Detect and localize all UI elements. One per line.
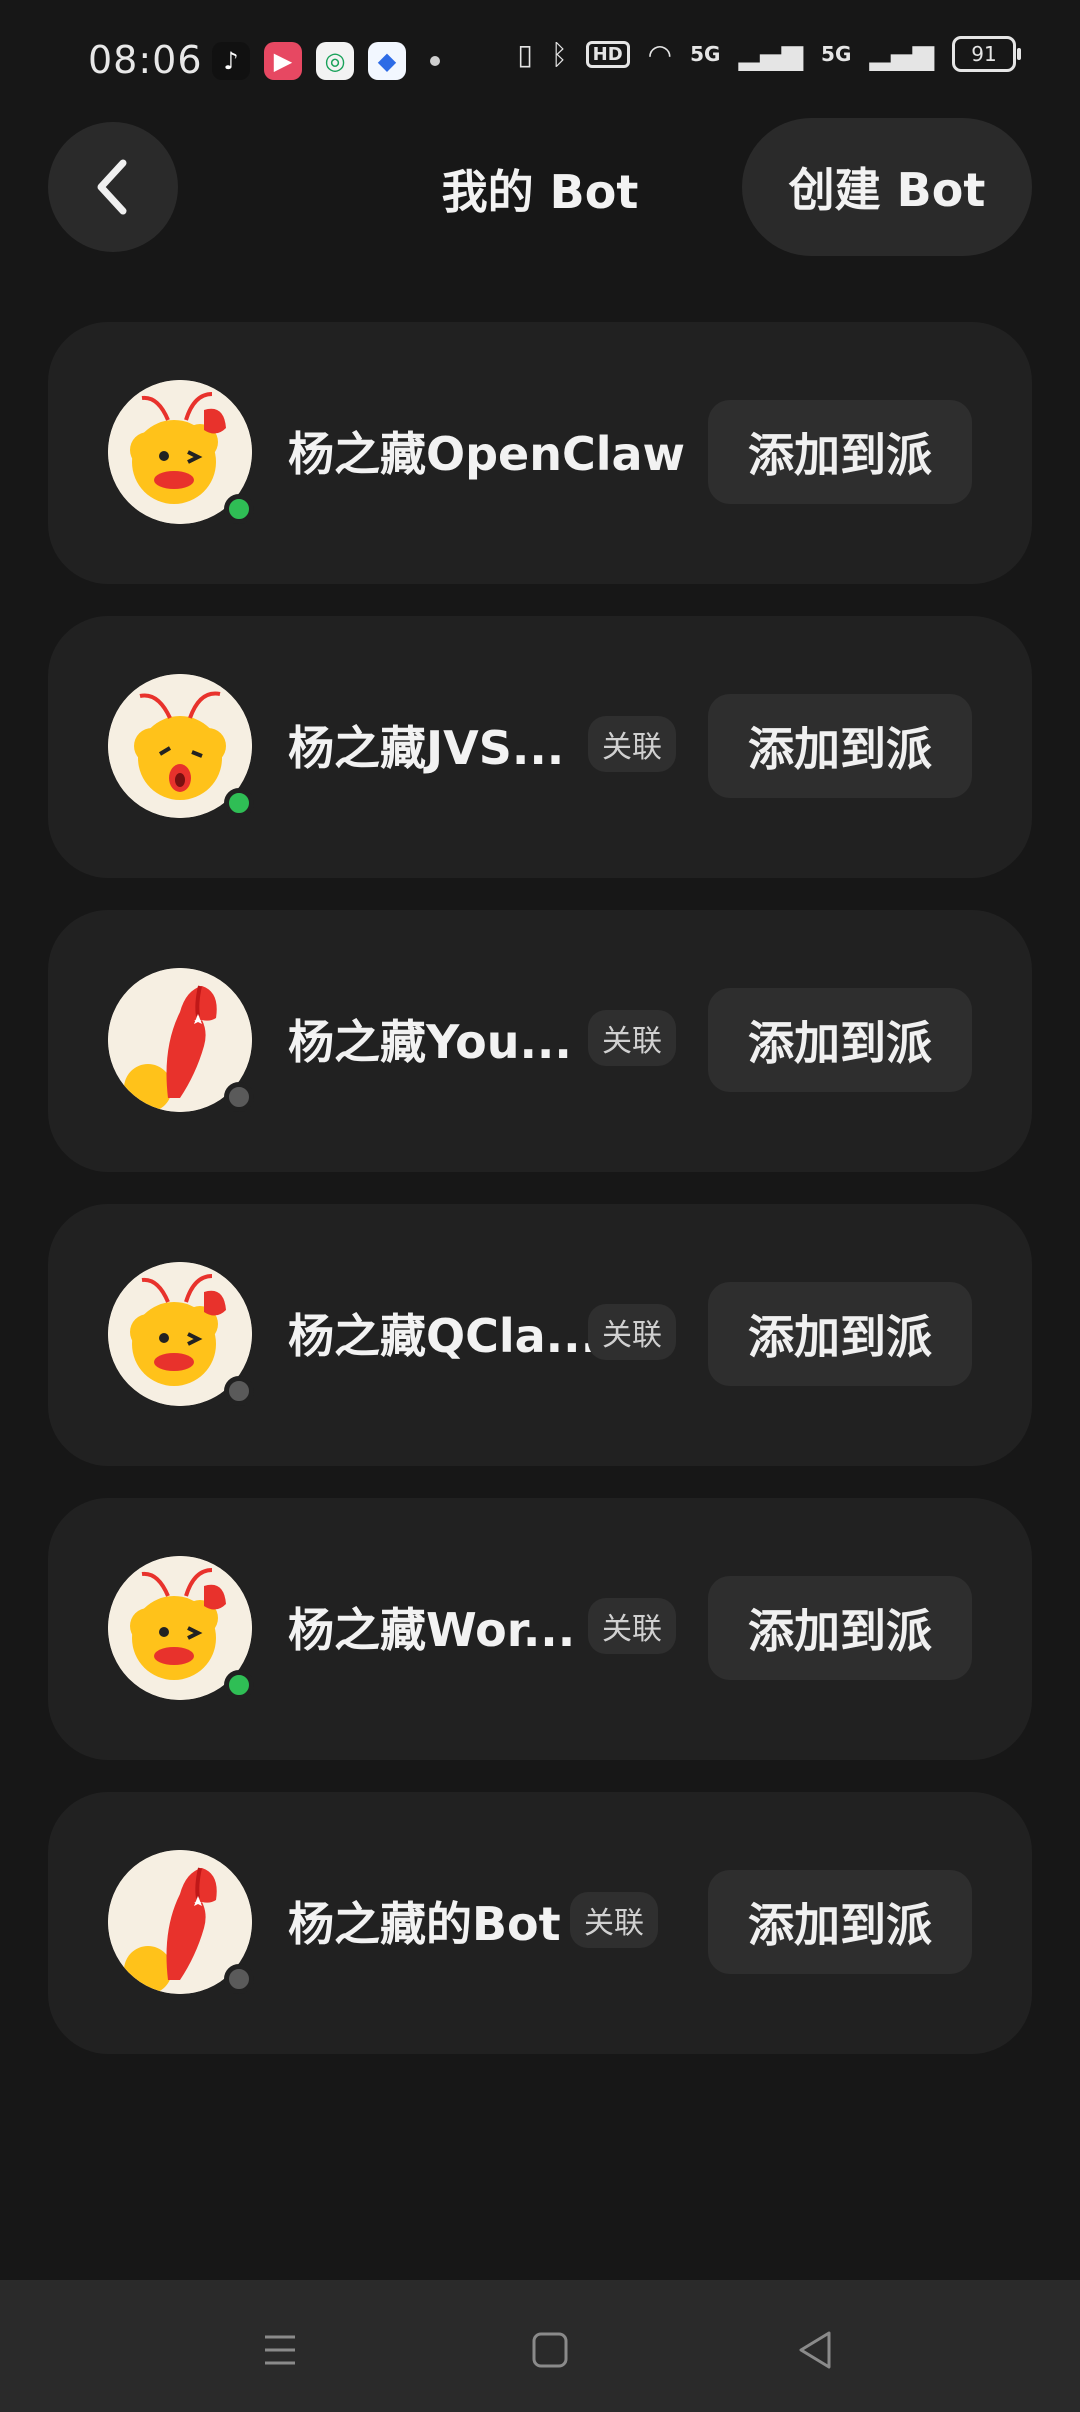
offline-status-dot <box>224 1376 254 1406</box>
more-notifications-icon <box>430 56 440 66</box>
bot-list: 杨之藏OpenClaw 添加到派 杨之藏JVS... 关联 添加到派 杨之藏Yo… <box>48 322 1032 2086</box>
wifi-icon: ◠ <box>647 37 673 71</box>
add-to-pai-button[interactable]: 添加到派 <box>708 400 972 504</box>
bot-card[interactable]: 杨之藏JVS... 关联 添加到派 <box>48 616 1032 878</box>
recent-apps-button[interactable] <box>250 2320 310 2380</box>
bot-card[interactable]: 杨之藏Wor... 关联 添加到派 <box>48 1498 1032 1760</box>
bot-name: 杨之藏You... <box>288 1015 572 1069</box>
bot-card[interactable]: 杨之藏OpenClaw 添加到派 <box>48 322 1032 584</box>
offline-status-dot <box>224 1964 254 1994</box>
signal-bars-icon: ▂▄▆ <box>738 37 804 71</box>
bluetooth-icon: ᛒ <box>550 37 568 71</box>
status-bar: 08:06 ♪ ▶ ◎ ◆ ▯ ᛒ HD ◠ 5G ▂▄▆ 5G ▂▄▆ 91 <box>0 0 1080 120</box>
bot-name: 杨之藏Wor... <box>288 1603 576 1657</box>
page-title: 我的 Bot <box>441 165 639 219</box>
create-bot-button[interactable]: 创建 Bot <box>742 118 1032 256</box>
back-button[interactable] <box>48 122 178 252</box>
online-status-dot <box>224 788 254 818</box>
online-status-dot <box>224 1670 254 1700</box>
bot-name: 杨之藏的Bot <box>288 1897 561 1951</box>
tiktok-icon: ♪ <box>212 42 250 80</box>
bot-card[interactable]: 杨之藏QCla... 关联 添加到派 <box>48 1204 1032 1466</box>
bot-card[interactable]: 杨之藏的Bot 关联 添加到派 <box>48 1792 1032 2054</box>
system-navigation-bar <box>0 2280 1080 2412</box>
bot-name: 杨之藏OpenClaw <box>288 427 686 481</box>
signal-5g-icon-2: 5G <box>821 42 852 66</box>
bot-name: 杨之藏QCla... <box>288 1309 599 1363</box>
offline-status-dot <box>224 1082 254 1112</box>
status-time: 08:06 <box>88 38 203 82</box>
add-to-pai-button[interactable]: 添加到派 <box>708 1870 972 1974</box>
chevron-left-icon <box>97 159 127 215</box>
linked-badge: 关联 <box>588 1598 676 1654</box>
video-app-icon: ▶ <box>264 42 302 80</box>
system-icons: ▯ ᛒ HD ◠ 5G ▂▄▆ 5G ▂▄▆ 91 <box>517 36 1021 72</box>
bot-card[interactable]: 杨之藏You... 关联 添加到派 <box>48 910 1032 1172</box>
system-back-button[interactable] <box>786 2320 846 2380</box>
add-to-pai-button[interactable]: 添加到派 <box>708 988 972 1092</box>
notification-icons: ♪ ▶ ◎ ◆ <box>212 42 440 80</box>
browser-icon: ◆ <box>368 42 406 80</box>
mobile-carrier-icon: ◎ <box>316 42 354 80</box>
battery-level: 91 <box>971 42 997 66</box>
linked-badge: 关联 <box>588 716 676 772</box>
signal-5g-icon: 5G <box>690 42 721 66</box>
menu-icon <box>265 2335 295 2365</box>
battery-icon: 91 <box>952 36 1021 72</box>
linked-badge: 关联 <box>570 1892 658 1948</box>
add-to-pai-button[interactable]: 添加到派 <box>708 1282 972 1386</box>
online-status-dot <box>224 494 254 524</box>
hd-icon: HD <box>585 40 630 68</box>
linked-badge: 关联 <box>588 1010 676 1066</box>
home-button[interactable] <box>520 2320 580 2380</box>
triangle-back-icon <box>799 2331 831 2369</box>
add-to-pai-button[interactable]: 添加到派 <box>708 694 972 798</box>
linked-badge: 关联 <box>588 1304 676 1360</box>
bot-name: 杨之藏JVS... <box>288 721 565 775</box>
square-home-icon <box>532 2332 568 2368</box>
add-to-pai-button[interactable]: 添加到派 <box>708 1576 972 1680</box>
signal-bars-icon-2: ▂▄▆ <box>869 37 934 71</box>
vibrate-icon: ▯ <box>517 37 533 71</box>
